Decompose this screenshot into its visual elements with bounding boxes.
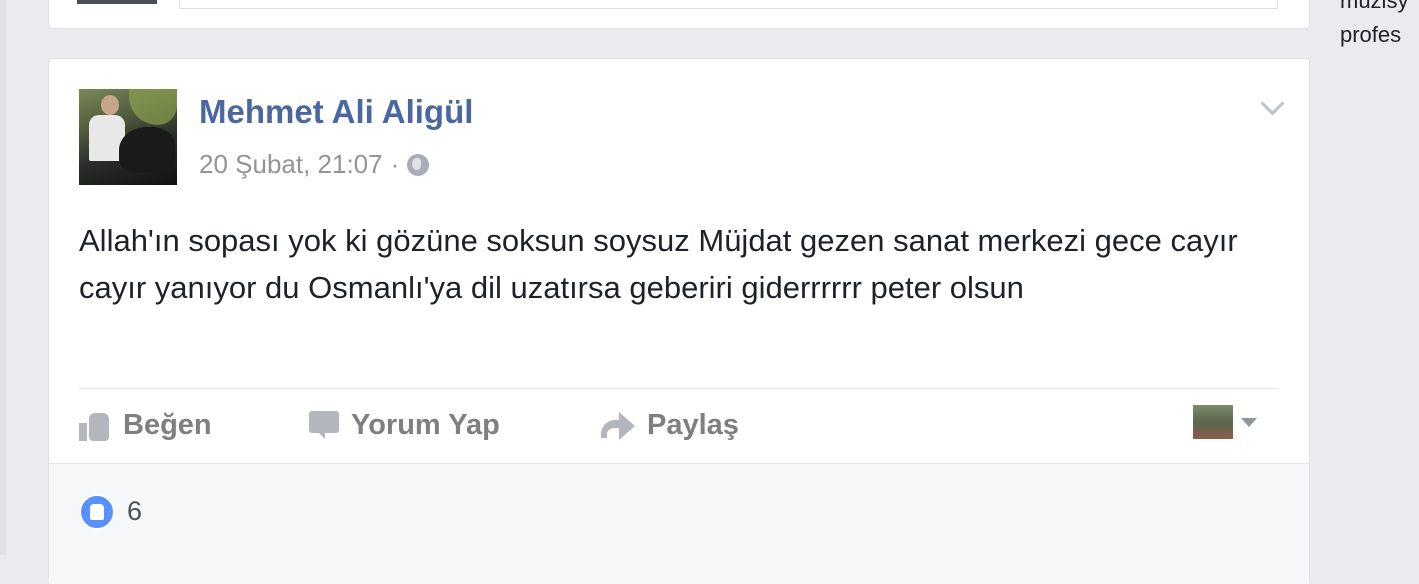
- reaction-count[interactable]: 6: [127, 496, 142, 527]
- avatar-person-head: [101, 95, 119, 115]
- post-meta: 20 Şubat, 21:07 ·: [199, 149, 430, 180]
- chevron-down-icon[interactable]: [1260, 91, 1285, 116]
- right-column: müzisy profes: [1338, 0, 1419, 555]
- comment-label: Yorum Yap: [351, 409, 500, 441]
- actor-selector[interactable]: [1193, 405, 1257, 439]
- post-card: Mehmet Ali Aligül 20 Şubat, 21:07 · Alla…: [48, 58, 1310, 584]
- right-column-text-2: profes: [1340, 22, 1402, 47]
- post-actions: Beğen Yorum Yap Paylaş: [79, 399, 1279, 455]
- like-button[interactable]: Beğen: [79, 409, 212, 442]
- reactions-bar: 6: [49, 463, 1309, 584]
- previous-post-card: [48, 0, 1310, 29]
- post-text: Allah'ın sopası yok ki gözüne soksun soy…: [79, 223, 1238, 305]
- share-arrow-icon: [601, 411, 635, 440]
- comment-icon: [309, 410, 339, 441]
- previous-post-thumbnail: [77, 0, 157, 4]
- left-gutter: [0, 0, 6, 555]
- comment-button[interactable]: Yorum Yap: [309, 409, 500, 442]
- globe-icon[interactable]: [407, 153, 430, 176]
- previous-comment-input[interactable]: [179, 0, 1278, 9]
- share-button[interactable]: Paylaş: [601, 409, 739, 442]
- post-timestamp[interactable]: 20 Şubat, 21:07: [199, 149, 383, 180]
- right-column-text-1: müzisy: [1340, 0, 1409, 13]
- author-name-link[interactable]: Mehmet Ali Aligül: [199, 93, 473, 131]
- like-label: Beğen: [123, 409, 212, 441]
- like-reaction-icon[interactable]: [79, 494, 115, 530]
- actions-divider: [79, 388, 1279, 389]
- meta-separator: ·: [390, 149, 400, 179]
- actor-avatar: [1193, 405, 1233, 439]
- avatar-foliage: [129, 89, 177, 125]
- share-label: Paylaş: [647, 409, 739, 441]
- thumbs-up-icon: [79, 411, 111, 441]
- author-avatar[interactable]: [79, 89, 177, 185]
- avatar-motorcycle: [119, 127, 175, 173]
- caret-down-icon: [1241, 417, 1257, 427]
